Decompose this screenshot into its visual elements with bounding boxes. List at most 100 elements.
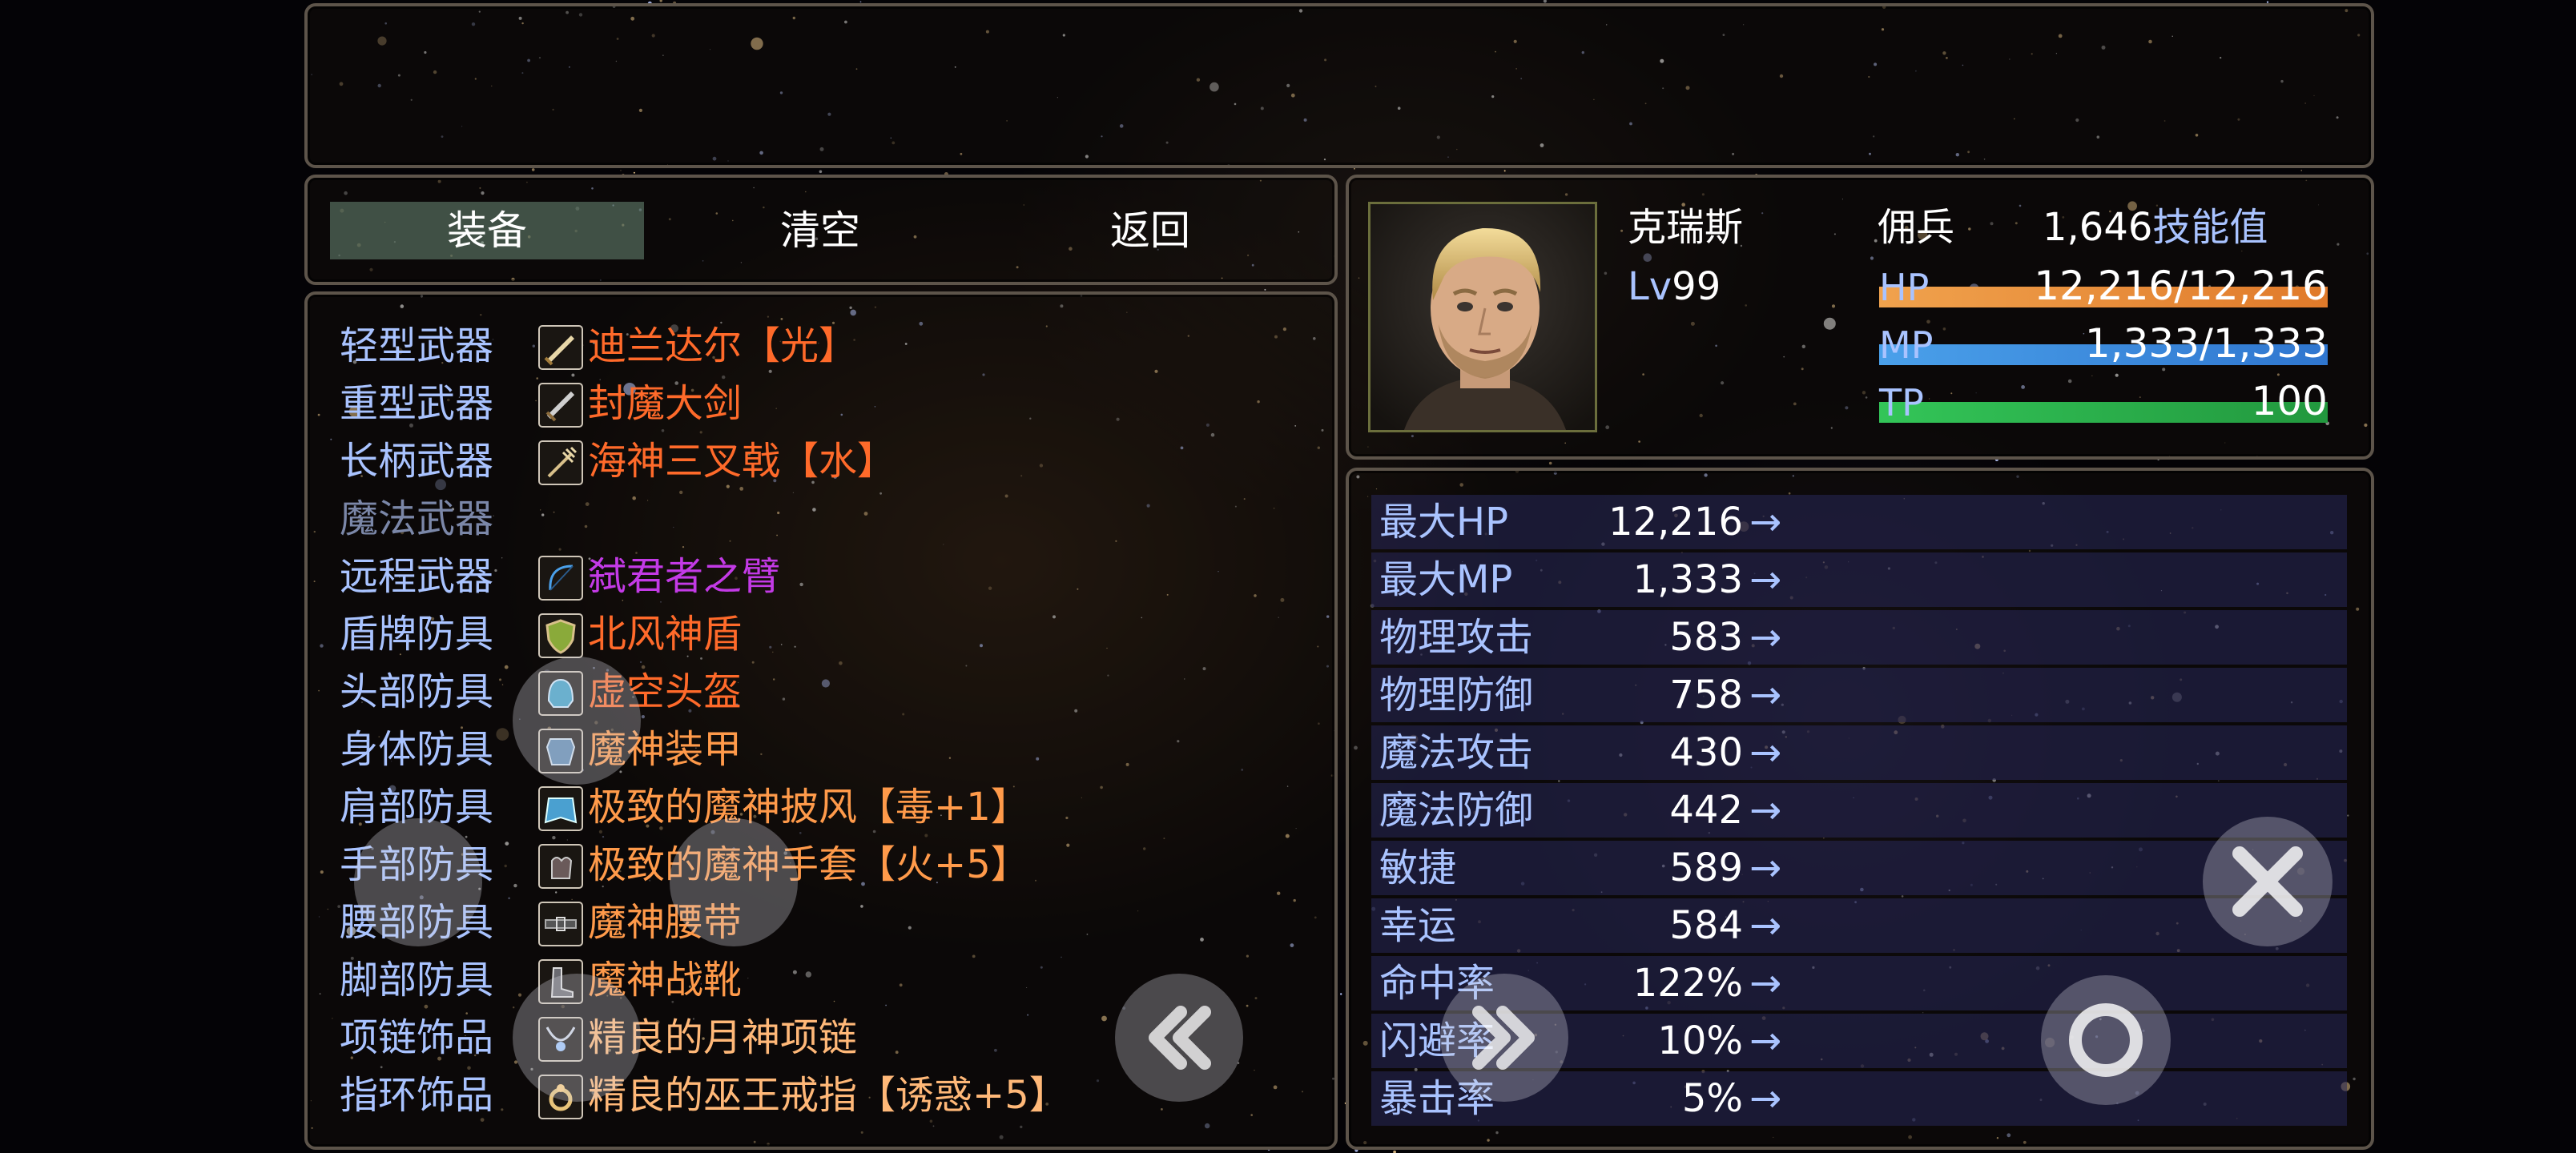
equipment-row[interactable]: 重型武器 封魔大剑 <box>340 375 1301 432</box>
belt-icon <box>538 902 583 946</box>
greatsword-icon <box>538 383 583 428</box>
stat-row: 物理防御 758 → <box>1371 668 2347 722</box>
stat-name: 物理攻击 <box>1379 615 1534 660</box>
stat-name: 物理防御 <box>1379 673 1534 717</box>
equipment-slot-label: 重型武器 <box>340 381 494 426</box>
tp-label: TP <box>1879 381 1924 424</box>
stat-value: 430 <box>1669 730 1743 775</box>
equipment-row[interactable]: 腰部防具 魔神腰带 <box>340 894 1301 951</box>
arrow-right-icon: → <box>1749 1018 1782 1063</box>
stat-value: 584 <box>1669 903 1743 948</box>
bow-icon <box>538 556 583 601</box>
gloves-icon <box>538 844 583 889</box>
equipment-item-name: 精良的巫王戒指【诱惑+5】 <box>588 1073 1068 1118</box>
page-right-button[interactable] <box>1440 974 1568 1102</box>
equipment-item-name: 极致的魔神披风【毒+1】 <box>588 785 1029 830</box>
skill-points: 1,646技能值 <box>2043 202 2268 253</box>
tp-value: 100 <box>2251 378 2328 424</box>
arrow-right-icon: → <box>1749 730 1782 775</box>
circle-icon <box>2069 1003 2143 1077</box>
equipment-row[interactable]: 轻型武器 迪兰达尔【光】 <box>340 317 1301 375</box>
equipment-slot-label: 远程武器 <box>340 554 494 599</box>
equipment-slot-label: 身体防具 <box>340 727 494 772</box>
cloak-icon <box>538 786 583 831</box>
equipment-row[interactable]: 长柄武器 海神三叉戟【水】 <box>340 432 1301 490</box>
stat-value: 122% <box>1632 961 1743 1006</box>
stat-name: 最大HP <box>1379 500 1509 544</box>
stat-value: 758 <box>1669 673 1743 717</box>
double-chevron-left-icon <box>1149 1006 1211 1070</box>
equipment-slot-label: 头部防具 <box>340 669 494 714</box>
skill-points-label: 技能值 <box>2152 205 2268 250</box>
equipment-item-name: 北风神盾 <box>588 612 743 657</box>
character-level: Lv99 <box>1628 261 1721 312</box>
arrow-right-icon: → <box>1749 615 1782 660</box>
skill-points-value: 1,646 <box>2043 205 2153 250</box>
equipment-row[interactable]: 头部防具 虚空头盔 <box>340 663 1301 721</box>
stat-row: 物理攻击 583 → <box>1371 610 2347 665</box>
equipment-row[interactable]: 身体防具 魔神装甲 <box>340 721 1301 778</box>
arrow-right-icon: → <box>1749 846 1782 890</box>
close-icon <box>2232 846 2303 917</box>
stat-row: 最大MP 1,333 → <box>1371 552 2347 607</box>
stat-value: 442 <box>1669 788 1743 833</box>
equipment-slot-label: 长柄武器 <box>340 439 494 484</box>
double-chevron-right-icon <box>1472 1006 1535 1070</box>
shield-icon <box>538 613 583 658</box>
level-value: 99 <box>1672 264 1721 309</box>
dpad-left-button[interactable] <box>354 818 482 946</box>
back-command-button[interactable]: 返回 <box>990 202 1310 259</box>
cancel-button[interactable] <box>2203 817 2332 946</box>
arrow-right-icon: → <box>1749 557 1782 602</box>
stat-name: 敏捷 <box>1379 846 1457 890</box>
stat-value: 5% <box>1681 1076 1743 1121</box>
equipment-row[interactable]: 魔法武器 <box>340 490 1301 548</box>
arrow-right-icon: → <box>1749 1076 1782 1121</box>
mp-value: 1,333/1,333 <box>2084 320 2328 367</box>
stat-value: 589 <box>1669 846 1743 890</box>
equipment-item-name: 迪兰达尔【光】 <box>588 323 858 368</box>
equipment-row[interactable]: 肩部防具 极致的魔神披风【毒+1】 <box>340 778 1301 836</box>
stat-row: 魔法防御 442 → <box>1371 783 2347 838</box>
equipment-slot-label: 盾牌防具 <box>340 612 494 657</box>
character-name: 克瑞斯 <box>1628 205 1744 250</box>
arrow-right-icon: → <box>1749 788 1782 833</box>
equipment-item-name: 极致的魔神手套【火+5】 <box>588 842 1029 887</box>
equipment-item-name: 海神三叉戟【水】 <box>588 439 896 484</box>
equip-command-button[interactable]: 装备 <box>330 202 644 259</box>
stat-row: 敏捷 589 → <box>1371 841 2347 895</box>
equipment-row[interactable]: 远程武器 弑君者之臂 <box>340 548 1301 605</box>
dpad-right-button[interactable] <box>670 818 798 946</box>
sword-icon <box>538 325 583 370</box>
stat-value: 12,216 <box>1608 500 1743 544</box>
equipment-row[interactable]: 手部防具 极致的魔神手套【火+5】 <box>340 836 1301 894</box>
trident-icon <box>538 440 583 485</box>
stat-row: 最大HP 12,216 → <box>1371 495 2347 549</box>
clear-command-button[interactable]: 清空 <box>660 202 980 259</box>
equipment-row[interactable]: 盾牌防具 北风神盾 <box>340 605 1301 663</box>
character-portrait <box>1368 202 1597 432</box>
arrow-right-icon: → <box>1749 673 1782 717</box>
equipment-slot-label: 轻型武器 <box>340 323 494 368</box>
hp-value: 12,216/12,216 <box>2034 263 2328 309</box>
stat-value: 1,333 <box>1632 557 1743 602</box>
arrow-right-icon: → <box>1749 500 1782 544</box>
confirm-button[interactable] <box>2041 975 2171 1105</box>
equipment-slot-label: 项链饰品 <box>340 1015 494 1060</box>
equipment-item-name: 封魔大剑 <box>588 381 743 426</box>
dpad-down-button[interactable] <box>513 974 641 1102</box>
stat-name: 魔法防御 <box>1379 788 1534 833</box>
help-window <box>304 3 2374 168</box>
equipment-slot-label: 指环饰品 <box>340 1073 494 1118</box>
arrow-right-icon: → <box>1749 961 1782 1006</box>
page-left-button[interactable] <box>1115 974 1243 1102</box>
stat-name: 魔法攻击 <box>1379 730 1534 775</box>
stat-name: 最大MP <box>1379 557 1513 602</box>
arrow-right-icon: → <box>1749 903 1782 948</box>
equipment-slot-label: 脚部防具 <box>340 958 494 1002</box>
dpad-up-button[interactable] <box>513 657 641 785</box>
equipment-slot-label: 魔法武器 <box>340 496 494 541</box>
stat-row: 幸运 584 → <box>1371 898 2347 953</box>
stat-value: 583 <box>1669 615 1743 660</box>
stat-name: 幸运 <box>1379 903 1457 948</box>
